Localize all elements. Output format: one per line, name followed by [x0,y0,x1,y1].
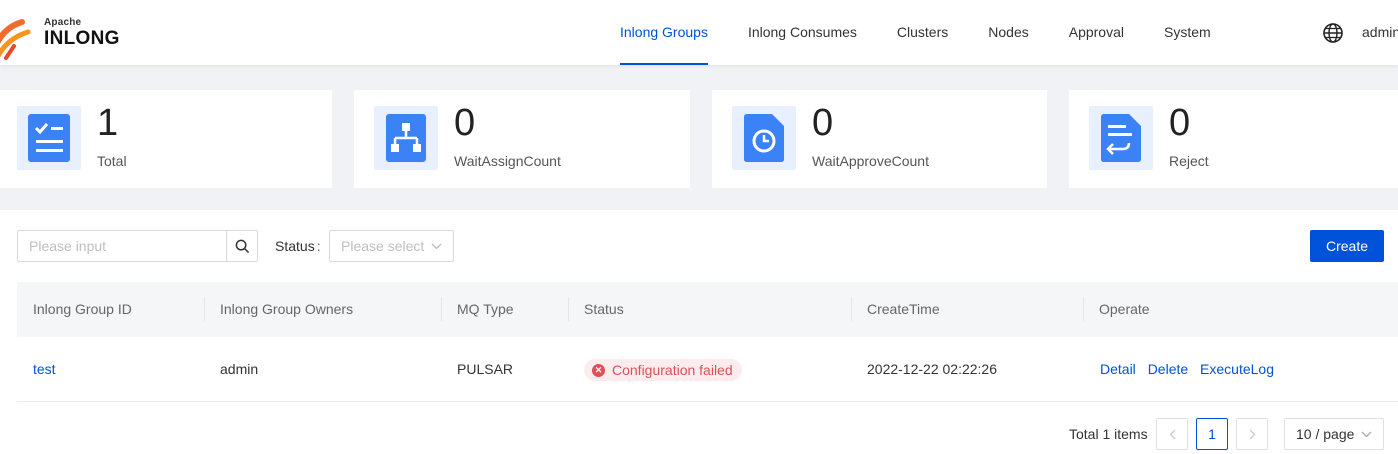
search-box [17,230,258,262]
error-icon: ✕ [592,363,605,377]
inlong-logo-icon [0,19,31,60]
table-row: test admin PULSAR ✕ Configuration failed… [17,337,1398,402]
chevron-left-icon [1169,429,1175,439]
stat-card-wait-approve: 0 WaitApproveCount [712,90,1047,188]
return-document-icon [1101,114,1141,162]
user-menu[interactable]: admin [1362,0,1398,65]
checklist-icon [28,114,70,162]
nav-inlong-groups[interactable]: Inlong Groups [600,0,728,65]
col-operate: Operate [1083,282,1150,337]
chevron-down-icon [431,243,442,249]
nav-system[interactable]: System [1144,0,1231,65]
nav-clusters[interactable]: Clusters [877,0,968,65]
groups-panel: Status: Please select Create Inlong Grou… [0,210,1398,454]
main-nav: Inlong Groups Inlong Consumes Clusters N… [600,0,1231,65]
page-size-select[interactable]: 10 / page [1284,418,1384,450]
nav-inlong-consumes[interactable]: Inlong Consumes [728,0,877,65]
col-group-owners: Inlong Group Owners [204,282,353,337]
total-label: Total [97,153,127,169]
mq-type: PULSAR [457,361,514,377]
col-create-time: CreateTime [851,282,940,337]
page-number-button[interactable]: 1 [1196,418,1228,450]
stat-card-total: 1 Total [0,90,332,188]
col-group-id: Inlong Group ID [33,301,132,317]
status-filter-label: Status: [275,238,321,254]
detail-link[interactable]: Detail [1100,361,1136,377]
create-time: 2022-12-22 02:22:26 [867,361,997,377]
globe-icon[interactable] [1322,22,1344,44]
search-input[interactable] [18,231,226,261]
status-select-placeholder: Please select [341,238,425,254]
group-id-link[interactable]: test [33,361,56,377]
group-owners: admin [220,361,259,377]
chevron-down-icon [1361,431,1372,437]
search-icon [235,239,249,253]
chevron-right-icon [1249,429,1255,439]
nav-approval[interactable]: Approval [1049,0,1144,65]
nav-nodes[interactable]: Nodes [968,0,1048,65]
pagination-total: Total 1 items [1069,426,1148,442]
create-button[interactable]: Create [1310,230,1384,262]
top-header: Apache INLONG Inlong Groups Inlong Consu… [0,0,1398,65]
hierarchy-icon [386,114,426,162]
groups-table: Inlong Group ID Inlong Group Owners MQ T… [17,282,1398,402]
status-badge-text: Configuration failed [612,362,733,379]
logo-apache-text: Apache [44,17,82,28]
total-count: 1 [97,102,119,144]
wait-assign-count: 0 [454,102,476,144]
delete-link[interactable]: Delete [1148,361,1188,377]
wait-assign-label: WaitAssignCount [454,153,561,169]
wait-approve-label: WaitApproveCount [812,153,929,169]
reject-count: 0 [1169,102,1191,144]
prev-page-button[interactable] [1156,418,1188,450]
col-mq-type: MQ Type [441,282,514,337]
page-size-value: 10 / page [1296,426,1355,442]
execute-log-link[interactable]: ExecuteLog [1200,361,1274,377]
clock-document-icon [744,114,784,162]
reject-label: Reject [1169,153,1209,169]
col-status: Status [568,282,624,337]
logo-inlong-text: INLONG [44,28,120,49]
table-header: Inlong Group ID Inlong Group Owners MQ T… [17,282,1398,337]
search-button[interactable] [226,231,257,261]
stat-card-reject: 0 Reject [1069,90,1398,188]
status-select[interactable]: Please select [329,230,454,262]
status-badge: ✕ Configuration failed [584,359,742,382]
stat-card-wait-assign: 0 WaitAssignCount [354,90,690,188]
wait-approve-count: 0 [812,102,834,144]
next-page-button[interactable] [1236,418,1268,450]
